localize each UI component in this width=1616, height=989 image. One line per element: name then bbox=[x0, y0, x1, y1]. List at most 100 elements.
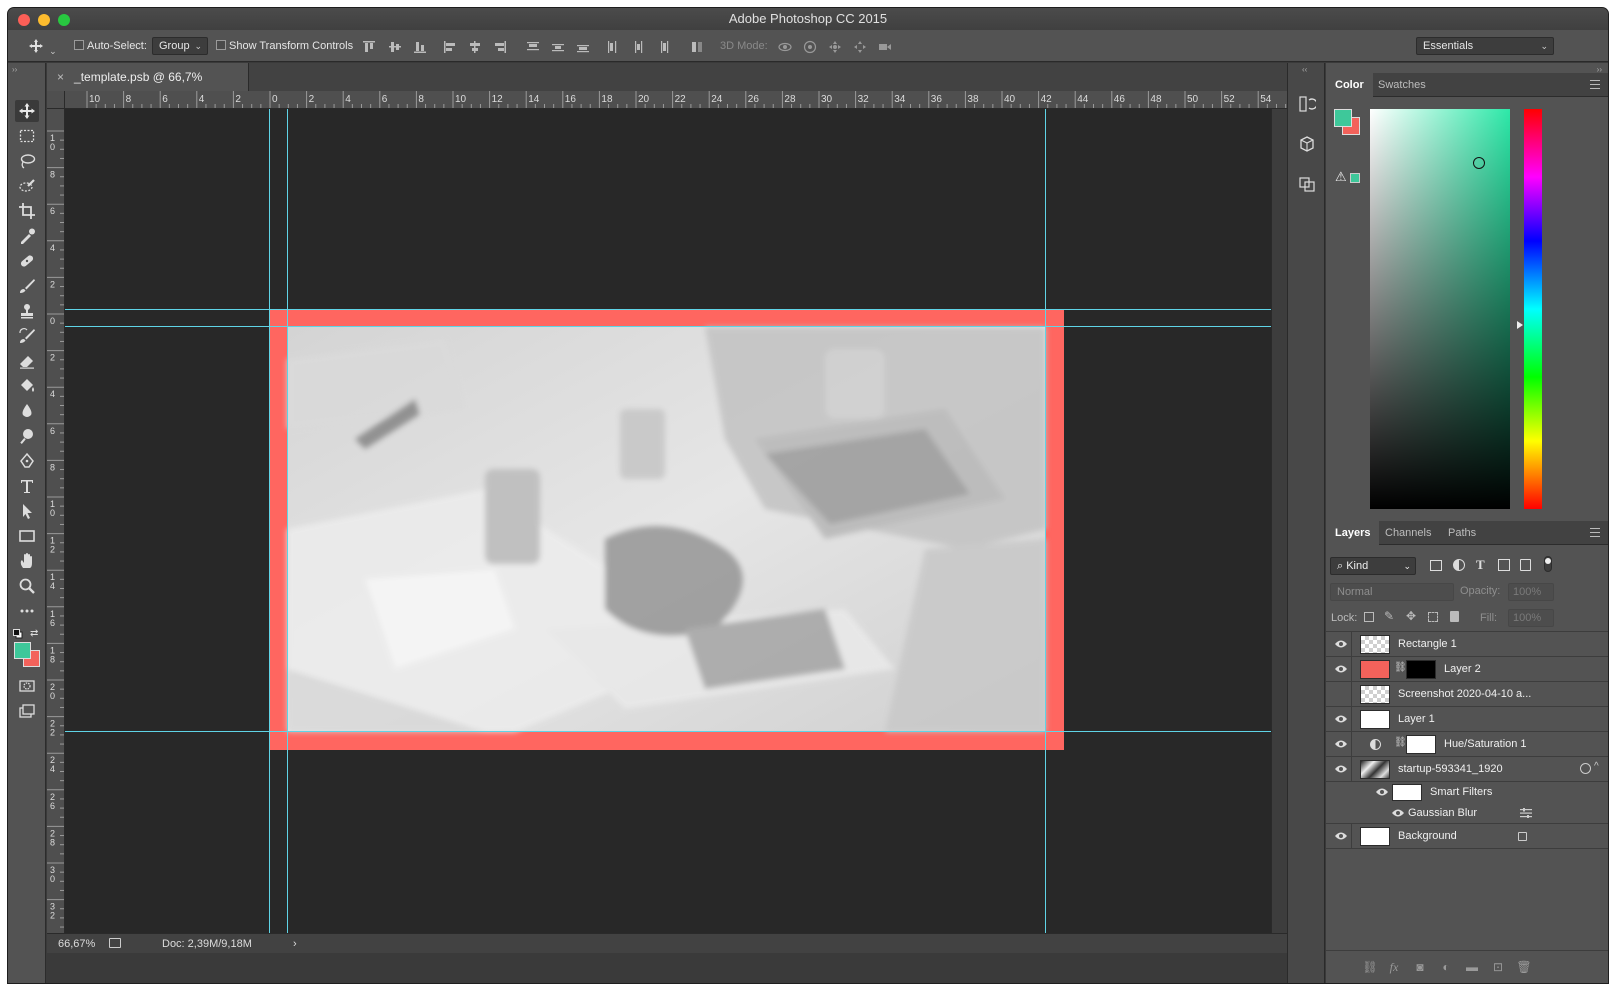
color-panel-menu-icon[interactable] bbox=[1590, 80, 1600, 89]
layer-row-startup[interactable]: startup-593341_1920 ^ bbox=[1326, 757, 1608, 782]
horizontal-ruler[interactable]: 10 8 6 4 2 0 2 4 6 8 10 12 14 16 18 20 22 24 26 28 30 32 34 36 3… bbox=[65, 91, 1287, 109]
distribute-right-icon[interactable] bbox=[656, 40, 670, 54]
type-tool[interactable] bbox=[15, 475, 39, 497]
filter-shape-icon[interactable] bbox=[1498, 559, 1510, 571]
distribute-top-icon[interactable] bbox=[526, 40, 540, 54]
3d-scale-icon[interactable] bbox=[878, 40, 892, 54]
adjustment-layer-icon[interactable]: ◐ bbox=[1438, 960, 1454, 974]
collapse-effects-icon[interactable]: ^ bbox=[1594, 761, 1599, 772]
layer-row-rectangle-1[interactable]: Rectangle 1 bbox=[1326, 632, 1608, 657]
tab-color[interactable]: Color bbox=[1326, 73, 1373, 97]
default-colors-icon[interactable] bbox=[13, 629, 23, 639]
smart-filters-row[interactable]: Smart Filters bbox=[1326, 782, 1608, 803]
auto-select-dropdown[interactable]: Group ⌄ bbox=[152, 37, 208, 55]
close-tab-icon[interactable]: × bbox=[57, 70, 64, 84]
tab-paths[interactable]: Paths bbox=[1439, 521, 1485, 545]
crop-tool[interactable] bbox=[15, 200, 39, 222]
gaussian-blur-row[interactable]: Gaussian Blur bbox=[1326, 803, 1608, 824]
eye-icon[interactable] bbox=[1376, 787, 1388, 797]
layer-row-hue-saturation-1[interactable]: ⛓ Hue/Saturation 1 bbox=[1326, 732, 1608, 757]
lock-artboard-icon[interactable] bbox=[1428, 612, 1438, 622]
layer-row-background[interactable]: Background bbox=[1326, 824, 1608, 849]
status-menu-arrow[interactable]: › bbox=[293, 934, 297, 954]
link-layers-icon[interactable]: ⛓ bbox=[1362, 960, 1378, 974]
filter-pixel-icon[interactable] bbox=[1430, 560, 1442, 571]
link-icon[interactable]: ⛓ bbox=[1394, 662, 1407, 673]
properties-panel-icon[interactable] bbox=[1298, 175, 1316, 193]
hand-tool[interactable] bbox=[15, 550, 39, 572]
blending-options-icon[interactable] bbox=[1520, 808, 1532, 818]
smart-filter-mask-thumbnail[interactable] bbox=[1392, 784, 1422, 801]
close-window-button[interactable] bbox=[18, 14, 30, 26]
eyedropper-tool[interactable] bbox=[15, 225, 39, 247]
rectangular-marquee-tool[interactable] bbox=[15, 125, 39, 147]
lock-image-icon[interactable]: ✎ bbox=[1384, 609, 1394, 623]
new-layer-icon[interactable]: ⊡ bbox=[1490, 960, 1506, 974]
filter-adjustment-icon[interactable] bbox=[1453, 559, 1465, 571]
history-brush-tool[interactable] bbox=[15, 325, 39, 347]
zoom-level[interactable]: 66,67% bbox=[58, 934, 95, 954]
color-picker-handle[interactable] bbox=[1473, 157, 1485, 169]
align-right-edges-icon[interactable] bbox=[493, 40, 507, 54]
blend-mode-dropdown[interactable]: Normal bbox=[1330, 583, 1454, 601]
edit-toolbar-tool[interactable] bbox=[15, 600, 39, 622]
fill-field[interactable]: 100% bbox=[1508, 609, 1554, 627]
link-icon[interactable]: ⛓ bbox=[1394, 737, 1407, 748]
filter-kind-dropdown[interactable]: ⌕ Kind ⌄ bbox=[1330, 557, 1416, 575]
rectangle-tool[interactable] bbox=[15, 525, 39, 547]
history-panel-icon[interactable] bbox=[1298, 95, 1318, 113]
ruler-origin[interactable] bbox=[47, 91, 65, 109]
align-left-edges-icon[interactable] bbox=[443, 40, 457, 54]
quick-mask-button[interactable] bbox=[15, 675, 39, 697]
3d-pan-icon[interactable] bbox=[828, 40, 842, 54]
hue-slider[interactable] bbox=[1524, 109, 1542, 509]
align-top-edges-icon[interactable] bbox=[362, 40, 376, 54]
dodge-tool[interactable] bbox=[15, 425, 39, 447]
document-tab[interactable]: ×_template.psb @ 66,7% (RGB/8) bbox=[47, 63, 249, 112]
minimize-window-button[interactable] bbox=[38, 14, 50, 26]
auto-select-checkbox[interactable]: Auto-Select: bbox=[74, 38, 147, 54]
in-gamut-swatch[interactable] bbox=[1350, 173, 1360, 183]
blur-tool[interactable] bbox=[15, 400, 39, 422]
3d-slide-icon[interactable] bbox=[853, 40, 867, 54]
3d-orbit-icon[interactable] bbox=[778, 40, 792, 54]
distribute-bottom-icon[interactable] bbox=[576, 40, 590, 54]
visibility-toggle[interactable] bbox=[1326, 632, 1352, 657]
hue-slider-handle[interactable] bbox=[1517, 321, 1523, 329]
show-transform-checkbox[interactable]: Show Transform Controls bbox=[216, 38, 353, 54]
lasso-tool[interactable] bbox=[15, 150, 39, 172]
add-mask-icon[interactable]: ◙ bbox=[1412, 960, 1428, 974]
paint-bucket-tool[interactable] bbox=[15, 375, 39, 397]
collapse-toolbar-icon[interactable]: ›› bbox=[12, 65, 17, 74]
path-selection-tool[interactable] bbox=[15, 500, 39, 522]
workspace-dropdown[interactable]: Essentials ⌄ bbox=[1416, 37, 1554, 55]
gamut-warning-icon[interactable]: ⚠ bbox=[1335, 169, 1347, 185]
foreground-color-swatch[interactable] bbox=[14, 642, 31, 659]
filter-type-icon[interactable]: T bbox=[1476, 557, 1485, 573]
visibility-toggle[interactable] bbox=[1326, 657, 1352, 682]
filter-toggle[interactable] bbox=[1544, 556, 1552, 572]
layers-panel-menu-icon[interactable] bbox=[1590, 528, 1600, 537]
distribute-left-icon[interactable] bbox=[606, 40, 620, 54]
eraser-tool[interactable] bbox=[15, 350, 39, 372]
filter-smart-object-icon[interactable] bbox=[1520, 559, 1531, 571]
document-canvas[interactable] bbox=[65, 109, 1271, 941]
move-tool[interactable] bbox=[15, 100, 39, 122]
visibility-toggle[interactable] bbox=[1326, 707, 1352, 732]
align-bottom-edges-icon[interactable] bbox=[413, 40, 427, 54]
distribute-vertical-centers-icon[interactable] bbox=[551, 40, 565, 54]
tab-layers[interactable]: Layers bbox=[1326, 521, 1380, 545]
layer-mask-thumbnail[interactable] bbox=[1406, 735, 1436, 754]
screen-mode-button[interactable] bbox=[15, 700, 39, 722]
opacity-field[interactable]: 100% bbox=[1508, 583, 1554, 601]
pen-tool[interactable] bbox=[15, 450, 39, 472]
auto-align-layers-icon[interactable] bbox=[690, 40, 704, 54]
visibility-toggle[interactable] bbox=[1326, 732, 1352, 757]
collapse-dock-icon[interactable]: ‹‹ bbox=[1302, 65, 1307, 74]
tab-swatches[interactable]: Swatches bbox=[1369, 73, 1435, 97]
color-field[interactable] bbox=[1370, 109, 1510, 509]
brush-tool[interactable] bbox=[15, 275, 39, 297]
fx-icon[interactable]: fx bbox=[1386, 960, 1402, 974]
trash-icon[interactable]: 🗑 bbox=[1516, 960, 1532, 974]
3d-roll-icon[interactable] bbox=[803, 40, 817, 54]
